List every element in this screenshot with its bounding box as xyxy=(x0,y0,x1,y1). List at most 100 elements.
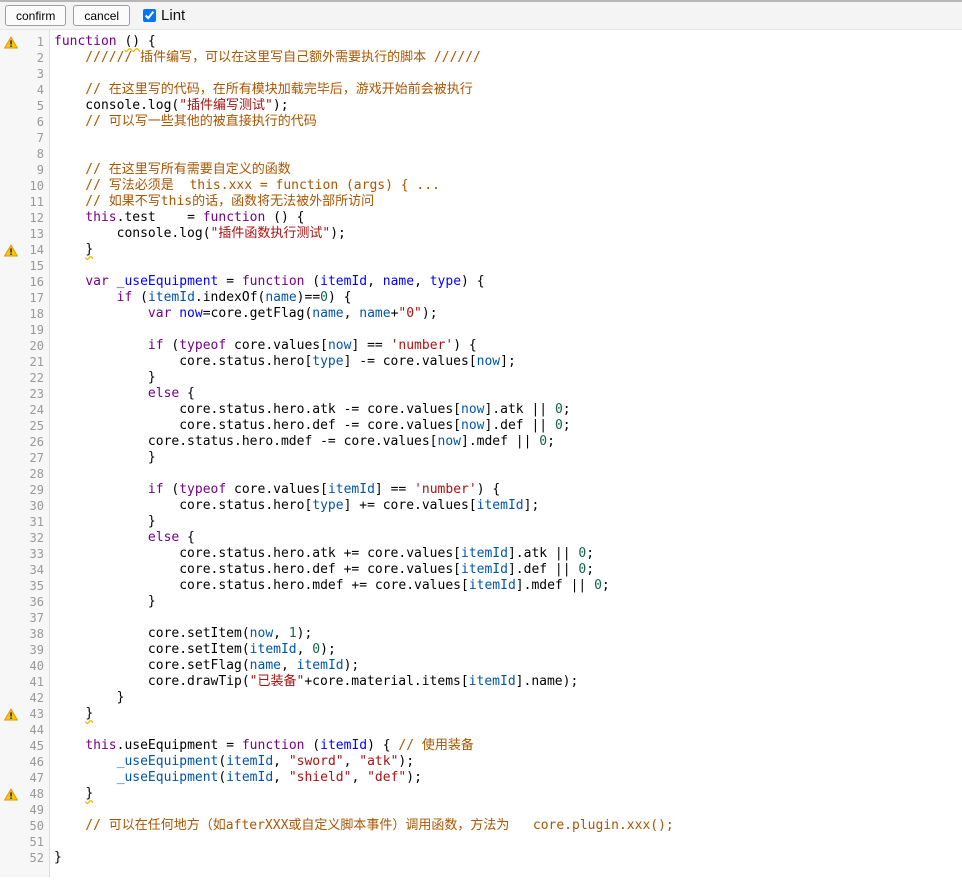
line-number[interactable]: 17 xyxy=(22,290,49,306)
code-line[interactable]: _useEquipment(itemId, "sword", "atk"); xyxy=(54,754,962,770)
code-line[interactable]: core.status.hero.def -= core.values[now]… xyxy=(54,418,962,434)
line-number[interactable]: 47 xyxy=(22,770,49,786)
code-line[interactable]: core.setItem(itemId, 0); xyxy=(54,642,962,658)
code-line[interactable] xyxy=(54,802,962,818)
warning-icon[interactable] xyxy=(4,708,18,721)
code-line[interactable]: core.status.hero.atk += core.values[item… xyxy=(54,546,962,562)
code-line[interactable] xyxy=(54,66,962,82)
code-line[interactable]: // 写法必须是 this.xxx = function (args) { ..… xyxy=(54,178,962,194)
code-line[interactable]: core.status.hero[type] += core.values[it… xyxy=(54,498,962,514)
gutter-row[interactable]: 32 xyxy=(0,530,49,546)
line-number[interactable]: 26 xyxy=(22,434,49,450)
code-line[interactable]: ////// 插件编写，可以在这里写自己额外需要执行的脚本 ////// xyxy=(54,50,962,66)
gutter-row[interactable]: 20 xyxy=(0,338,49,354)
code-line[interactable] xyxy=(54,466,962,482)
gutter-row[interactable]: 27 xyxy=(0,450,49,466)
gutter-row[interactable]: 36 xyxy=(0,594,49,610)
gutter-row[interactable]: 34 xyxy=(0,562,49,578)
line-number[interactable]: 35 xyxy=(22,578,49,594)
gutter-row[interactable]: 18 xyxy=(0,306,49,322)
gutter-row[interactable]: 29 xyxy=(0,482,49,498)
line-number[interactable]: 6 xyxy=(22,114,49,130)
line-number[interactable]: 40 xyxy=(22,658,49,674)
line-number[interactable]: 20 xyxy=(22,338,49,354)
gutter-row[interactable]: 7 xyxy=(0,130,49,146)
line-number[interactable]: 21 xyxy=(22,354,49,370)
lint-toggle[interactable]: Lint xyxy=(143,7,185,24)
line-number[interactable]: 16 xyxy=(22,274,49,290)
code-line[interactable]: } xyxy=(54,242,962,258)
code-line[interactable]: core.status.hero.mdef -= core.values[now… xyxy=(54,434,962,450)
line-number[interactable]: 13 xyxy=(22,226,49,242)
line-number[interactable]: 33 xyxy=(22,546,49,562)
warning-icon[interactable] xyxy=(4,244,18,257)
gutter-row[interactable]: 11 xyxy=(0,194,49,210)
gutter-row[interactable]: 5 xyxy=(0,98,49,114)
code-line[interactable]: // 可以写一些其他的被直接执行的代码 xyxy=(54,114,962,130)
line-number[interactable]: 29 xyxy=(22,482,49,498)
warning-icon[interactable] xyxy=(4,36,18,49)
code-line[interactable]: // 在这里写的代码，在所有模块加载完毕后，游戏开始前会被执行 xyxy=(54,82,962,98)
gutter-row[interactable]: 51 xyxy=(0,834,49,850)
code-line[interactable]: // 可以在任何地方（如afterXXX或自定义脚本事件）调用函数，方法为 co… xyxy=(54,818,962,834)
lint-marker-slot[interactable] xyxy=(0,788,22,801)
code-line[interactable] xyxy=(54,146,962,162)
line-number[interactable]: 43 xyxy=(22,706,49,722)
code-line[interactable]: // 在这里写所有需要自定义的函数 xyxy=(54,162,962,178)
code-line[interactable]: } xyxy=(54,514,962,530)
gutter-row[interactable]: 48 xyxy=(0,786,49,802)
gutter-row[interactable]: 21 xyxy=(0,354,49,370)
code-line[interactable]: if (typeof core.values[itemId] == 'numbe… xyxy=(54,482,962,498)
gutter-row[interactable]: 31 xyxy=(0,514,49,530)
line-number[interactable]: 3 xyxy=(22,66,49,82)
gutter-row[interactable]: 24 xyxy=(0,402,49,418)
line-number[interactable]: 32 xyxy=(22,530,49,546)
code-line[interactable]: if (typeof core.values[now] == 'number')… xyxy=(54,338,962,354)
code-line[interactable]: this.test = function () { xyxy=(54,210,962,226)
line-number[interactable]: 9 xyxy=(22,162,49,178)
gutter-row[interactable]: 43 xyxy=(0,706,49,722)
line-number[interactable]: 12 xyxy=(22,210,49,226)
gutter-row[interactable]: 19 xyxy=(0,322,49,338)
lint-marker-slot[interactable] xyxy=(0,708,22,721)
cancel-button[interactable]: cancel xyxy=(73,5,130,26)
line-number[interactable]: 30 xyxy=(22,498,49,514)
gutter-row[interactable]: 37 xyxy=(0,610,49,626)
code-line[interactable]: this.useEquipment = function (itemId) { … xyxy=(54,738,962,754)
gutter-row[interactable]: 44 xyxy=(0,722,49,738)
gutter-row[interactable]: 40 xyxy=(0,658,49,674)
code-line[interactable] xyxy=(54,130,962,146)
gutter-row[interactable]: 25 xyxy=(0,418,49,434)
gutter-row[interactable]: 3 xyxy=(0,66,49,82)
gutter-row[interactable]: 49 xyxy=(0,802,49,818)
gutter-row[interactable]: 42 xyxy=(0,690,49,706)
line-number[interactable]: 44 xyxy=(22,722,49,738)
gutter-row[interactable]: 30 xyxy=(0,498,49,514)
code-line[interactable]: console.log("插件编写测试"); xyxy=(54,98,962,114)
code-line[interactable]: else { xyxy=(54,530,962,546)
code-line[interactable]: core.status.hero.mdef += core.values[ite… xyxy=(54,578,962,594)
code-line[interactable]: } xyxy=(54,850,962,866)
code-line[interactable]: console.log("插件函数执行测试"); xyxy=(54,226,962,242)
code-line[interactable]: } xyxy=(54,594,962,610)
line-number[interactable]: 4 xyxy=(22,82,49,98)
gutter-row[interactable]: 26 xyxy=(0,434,49,450)
gutter-row[interactable]: 45 xyxy=(0,738,49,754)
gutter-row[interactable]: 28 xyxy=(0,466,49,482)
gutter-row[interactable]: 47 xyxy=(0,770,49,786)
code-line[interactable]: core.status.hero.def += core.values[item… xyxy=(54,562,962,578)
confirm-button[interactable]: confirm xyxy=(5,5,66,26)
gutter-row[interactable]: 17 xyxy=(0,290,49,306)
code-line[interactable] xyxy=(54,722,962,738)
gutter-row[interactable]: 46 xyxy=(0,754,49,770)
code-line[interactable]: } xyxy=(54,786,962,802)
line-number[interactable]: 48 xyxy=(22,786,49,802)
code-line[interactable] xyxy=(54,834,962,850)
code-line[interactable]: var _useEquipment = function (itemId, na… xyxy=(54,274,962,290)
gutter-row[interactable]: 33 xyxy=(0,546,49,562)
line-number[interactable]: 1 xyxy=(22,34,49,50)
code-line[interactable] xyxy=(54,322,962,338)
code-line[interactable]: function () { xyxy=(54,34,962,50)
code-line[interactable]: if (itemId.indexOf(name)==0) { xyxy=(54,290,962,306)
gutter-row[interactable]: 6 xyxy=(0,114,49,130)
